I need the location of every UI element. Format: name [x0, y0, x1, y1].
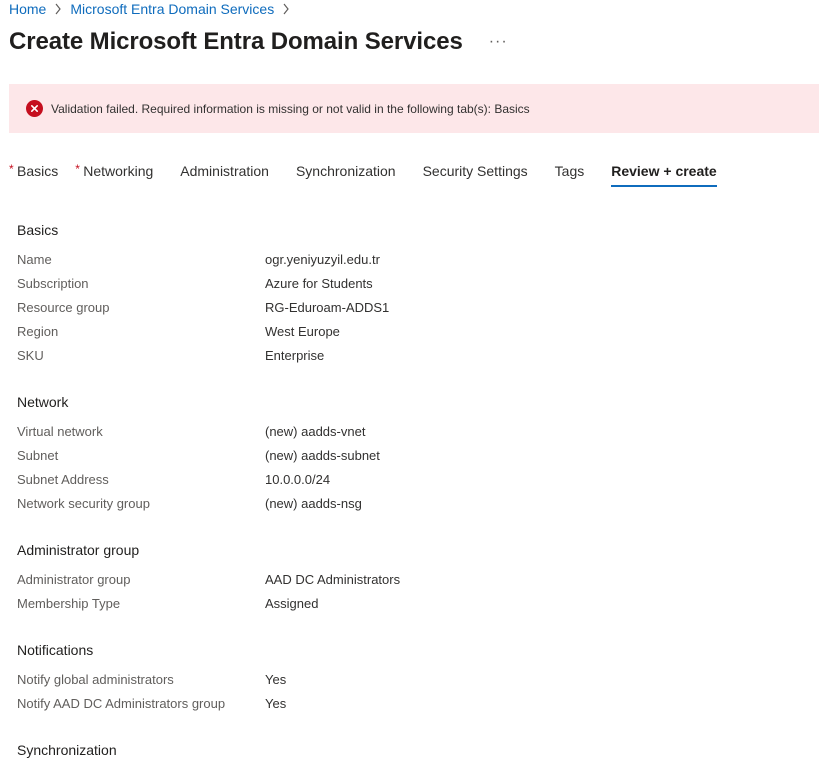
validation-error-banner: Validation failed. Required information … — [9, 84, 819, 133]
summary-row: Subscription Azure for Students — [17, 275, 797, 299]
review-summary: Basics Name ogr.yeniyuzyil.edu.tr Subscri… — [17, 221, 797, 776]
breadcrumb: Home Microsoft Entra Domain Services — [9, 1, 298, 17]
validation-error-message: Validation failed. Required information … — [51, 101, 530, 116]
summary-value: RG-Eduroam-ADDS1 — [265, 300, 390, 315]
tab-label: Networking — [83, 163, 154, 179]
summary-value: (new) aadds-subnet — [265, 448, 380, 463]
summary-value: (new) aadds-vnet — [265, 424, 366, 439]
summary-value: (new) aadds-nsg — [265, 496, 362, 511]
title-row: Create Microsoft Entra Domain Services ·… — [9, 28, 508, 56]
tab-label: Basics — [17, 163, 59, 179]
summary-value: Assigned — [265, 596, 319, 611]
summary-key: SKU — [17, 348, 44, 363]
summary-value: 10.0.0.0/24 — [265, 472, 331, 487]
summary-key: Administrator group — [17, 572, 131, 587]
chevron-right-icon — [282, 3, 290, 15]
summary-value: Yes — [265, 696, 287, 711]
wizard-tabs: * Basics * Networking Administration Syn… — [9, 162, 718, 187]
required-marker: * — [75, 162, 80, 176]
page-title: Create Microsoft Entra Domain Services — [9, 28, 463, 55]
summary-row: Administrator group AAD DC Administrators — [17, 571, 797, 595]
summary-key: Resource group — [17, 300, 110, 315]
more-options-button[interactable]: ··· — [489, 34, 508, 50]
summary-key: Subnet Address — [17, 472, 109, 487]
summary-value: Enterprise — [265, 348, 325, 363]
tab-label: Tags — [554, 163, 585, 179]
section-title: Network — [17, 394, 69, 410]
tab-label: Synchronization — [295, 163, 396, 179]
summary-row: Notify AAD DC Administrators group Yes — [17, 695, 797, 719]
summary-key: Region — [17, 324, 59, 339]
section-title: Notifications — [17, 642, 94, 658]
tab-security-settings[interactable]: Security Settings — [423, 163, 528, 187]
summary-row: Subnet (new) aadds-subnet — [17, 447, 797, 471]
tab-administration[interactable]: Administration — [180, 163, 269, 187]
tab-review-create[interactable]: Review + create — [611, 163, 718, 187]
section-network: Network Virtual network (new) aadds-vnet … — [17, 393, 797, 519]
section-title: Synchronization — [17, 742, 117, 758]
summary-row: Network security group (new) aadds-nsg — [17, 495, 797, 519]
summary-row: Subnet Address 10.0.0.0/24 — [17, 471, 797, 495]
breadcrumb-parent-link[interactable]: Microsoft Entra Domain Services — [70, 1, 274, 17]
summary-row: Name ogr.yeniyuzyil.edu.tr — [17, 251, 797, 275]
summary-key: Membership Type — [17, 596, 121, 611]
tab-basics[interactable]: * Basics — [9, 162, 59, 187]
summary-row: Virtual network (new) aadds-vnet — [17, 423, 797, 447]
section-notifications: Notifications Notify global administrato… — [17, 641, 797, 719]
summary-row: SKU Enterprise — [17, 347, 797, 371]
error-icon — [26, 100, 43, 117]
section-administrator-group: Administrator group Administrator group A… — [17, 541, 797, 619]
summary-value: ogr.yeniyuzyil.edu.tr — [265, 252, 380, 267]
summary-key: Virtual network — [17, 424, 103, 439]
summary-row: Resource group RG-Eduroam-ADDS1 — [17, 299, 797, 323]
section-title: Basics — [17, 222, 59, 238]
tab-label: Administration — [180, 163, 269, 179]
summary-value: AAD DC Administrators — [265, 572, 401, 587]
summary-key: Notify global administrators — [17, 672, 174, 687]
summary-row: Membership Type Assigned — [17, 595, 797, 619]
summary-key: Name — [17, 252, 52, 267]
tab-label: Security Settings — [422, 163, 528, 179]
section-title: Administrator group — [17, 542, 140, 558]
required-marker: * — [9, 162, 14, 176]
summary-key: Network security group — [17, 496, 150, 511]
tab-networking[interactable]: * Networking — [75, 162, 154, 187]
summary-row: Region West Europe — [17, 323, 797, 347]
summary-value: Azure for Students — [265, 276, 373, 291]
breadcrumb-home-link[interactable]: Home — [9, 1, 46, 17]
section-synchronization: Synchronization — [17, 741, 797, 765]
tab-label: Review + create — [611, 163, 717, 179]
tab-tags[interactable]: Tags — [555, 163, 585, 187]
summary-key: Subnet — [17, 448, 59, 463]
summary-row: Notify global administrators Yes — [17, 671, 797, 695]
chevron-right-icon — [54, 3, 62, 15]
summary-value: Yes — [265, 672, 287, 687]
summary-value: West Europe — [265, 324, 340, 339]
tab-synchronization[interactable]: Synchronization — [296, 163, 396, 187]
section-basics: Basics Name ogr.yeniyuzyil.edu.tr Subscri… — [17, 221, 797, 371]
summary-key: Notify AAD DC Administrators group — [17, 696, 226, 711]
summary-key: Subscription — [17, 276, 89, 291]
